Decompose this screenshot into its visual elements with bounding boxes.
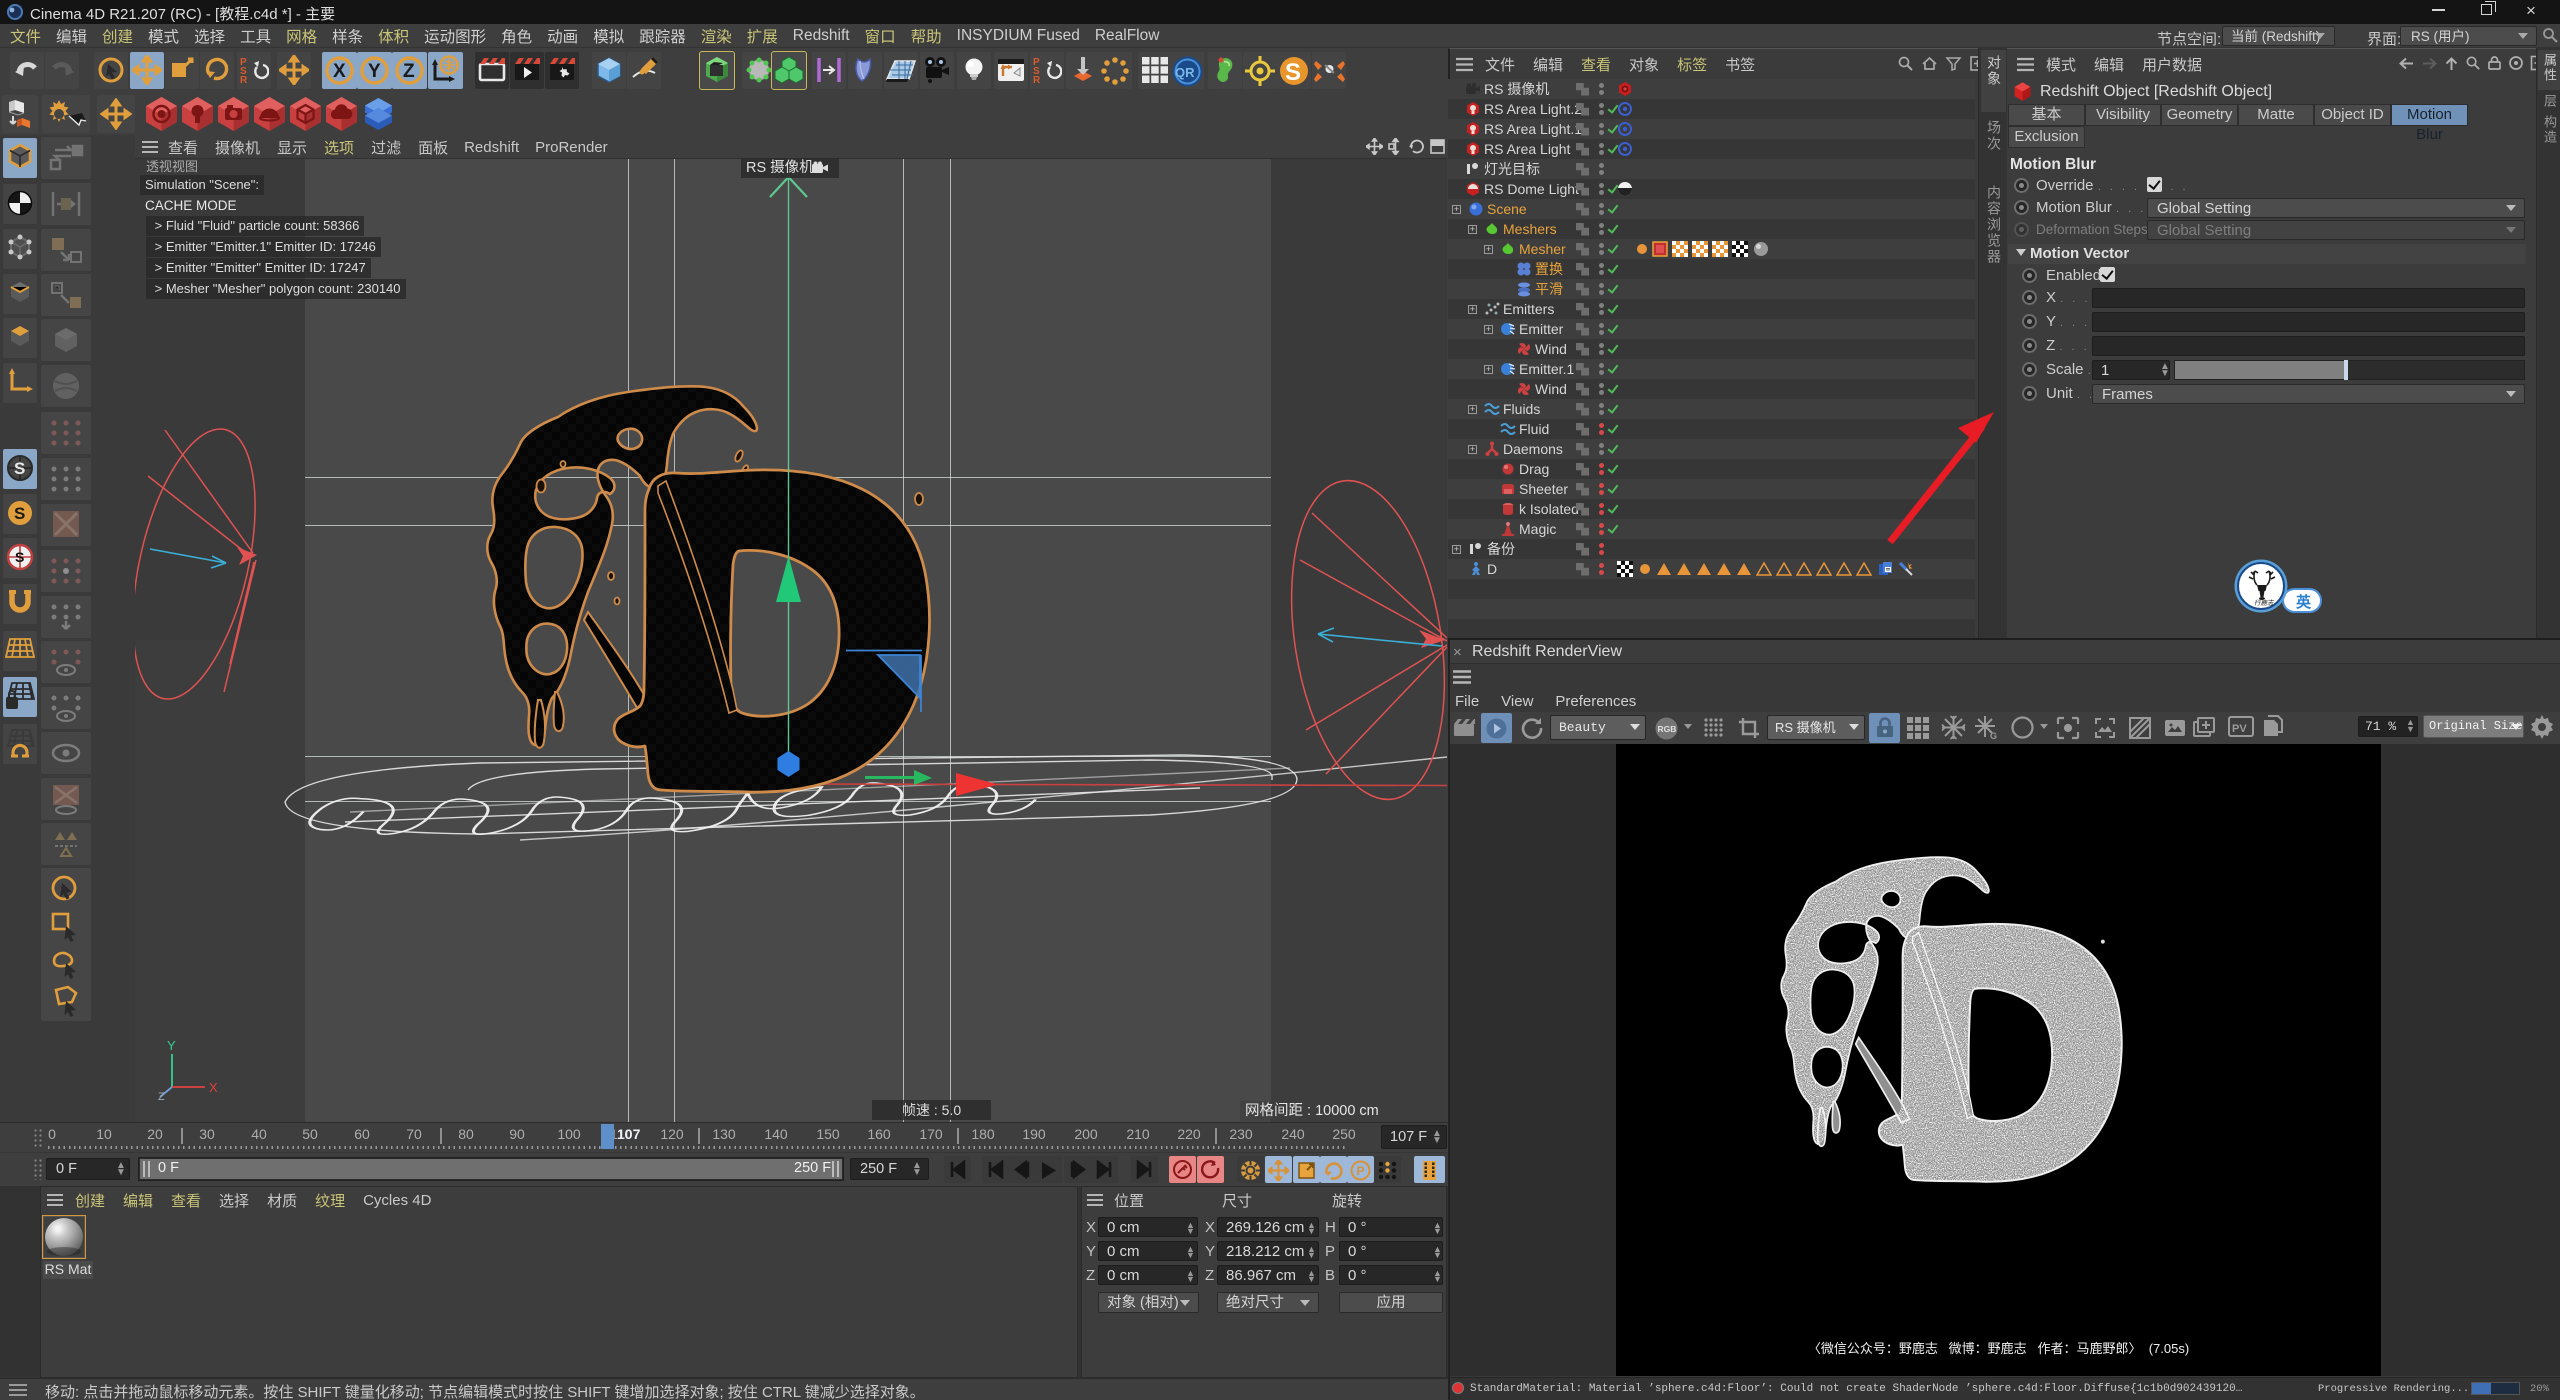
svg-text:S: S [1285,59,1301,86]
svg-text:PV: PV [2232,723,2247,735]
svg-text:Y: Y [167,1038,176,1053]
svg-text:R: R [240,75,248,85]
svg-text:X: X [333,61,346,82]
svg-text:P: P [1357,1164,1365,1178]
svg-text:G: G [1990,731,1997,740]
svg-text:QR: QR [1175,65,1195,80]
svg-text:Y: Y [368,61,381,82]
svg-text:Z: Z [403,61,415,82]
svg-text:Z: Z [158,1091,165,1103]
svg-text:S: S [14,504,25,523]
svg-text:行鹿志: 行鹿志 [2254,599,2275,607]
svg-text:X: X [209,1080,218,1095]
svg-text:R: R [1033,75,1041,85]
svg-text:S: S [14,459,25,478]
svg-text:S: S [15,549,24,565]
svg-text:RGB: RGB [1658,724,1677,734]
